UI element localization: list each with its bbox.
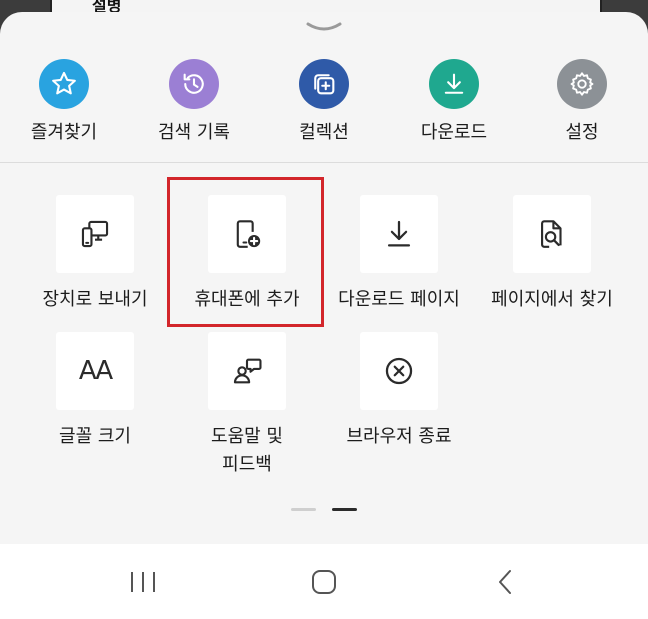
menu-item-label: 글꼴 크기 xyxy=(59,426,131,447)
menu-item-label: 페이지에서 찾기 xyxy=(491,289,613,310)
menu-item-label: 브라우저 종료 xyxy=(346,426,452,447)
back-icon xyxy=(499,569,511,594)
highlight-box xyxy=(167,177,324,327)
menu-item-font-size[interactable]: AA 글꼴 크기 xyxy=(20,332,170,451)
menu-item-label-line2: 피드백 xyxy=(222,454,272,475)
close-browser-icon xyxy=(360,332,438,410)
recents-button[interactable] xyxy=(103,544,183,619)
send-to-device-icon xyxy=(56,195,134,273)
quick-action-collections[interactable]: 컬렉션 xyxy=(264,59,384,144)
back-button[interactable] xyxy=(466,544,546,619)
menu-item-label: 다운로드 페이지 xyxy=(338,289,460,310)
find-in-page-icon xyxy=(513,195,591,273)
page-indicator-1[interactable] xyxy=(291,508,316,511)
home-button[interactable] xyxy=(284,544,364,619)
menu-item-find-in-page[interactable]: 페이지에서 찾기 xyxy=(477,195,627,314)
collections-icon xyxy=(299,59,349,109)
quick-action-label: 컬렉션 xyxy=(299,122,349,143)
menu-item-help-feedback[interactable]: 도움말 및 피드백 xyxy=(172,332,322,479)
help-feedback-icon xyxy=(208,332,286,410)
menu-item-send-to-device[interactable]: 장치로 보내기 xyxy=(20,195,170,314)
menu-item-label: 도움말 및 피드백 xyxy=(172,423,322,479)
quick-actions-row: 즐겨찾기 검색 기록 컬렉션 다운로드 설정 xyxy=(0,59,648,154)
recents-icon xyxy=(131,571,155,592)
download-page-icon xyxy=(360,195,438,273)
quick-action-label: 검색 기록 xyxy=(158,122,230,143)
quick-action-settings[interactable]: 설정 xyxy=(522,59,642,144)
menu-item-close-browser[interactable]: 브라우저 종료 xyxy=(324,332,474,451)
page-indicator-2[interactable] xyxy=(332,508,357,511)
download-icon xyxy=(429,59,479,109)
system-navigation-bar xyxy=(0,544,648,619)
quick-action-label: 즐겨찾기 xyxy=(30,122,98,143)
gear-icon xyxy=(557,59,607,109)
home-icon xyxy=(312,569,336,594)
history-icon xyxy=(169,59,219,109)
menu-item-download-page[interactable]: 다운로드 페이지 xyxy=(324,195,474,314)
quick-action-favorites[interactable]: 즐겨찾기 xyxy=(4,59,124,144)
bottom-sheet-menu: 즐겨찾기 검색 기록 컬렉션 다운로드 설정 장치로 보내기 휴대폰에 추가 다… xyxy=(0,12,648,544)
font-size-icon: AA xyxy=(56,332,134,410)
quick-action-label: 다운로드 xyxy=(420,122,488,143)
quick-action-history[interactable]: 검색 기록 xyxy=(134,59,254,144)
font-size-glyph: AA xyxy=(78,356,113,386)
section-divider xyxy=(0,162,648,163)
quick-action-downloads[interactable]: 다운로드 xyxy=(394,59,514,144)
quick-action-label: 설정 xyxy=(565,122,599,143)
menu-item-label: 장치로 보내기 xyxy=(42,289,148,310)
sheet-drag-handle[interactable] xyxy=(304,20,344,36)
star-icon xyxy=(39,59,89,109)
menu-item-label-line1: 도움말 및 xyxy=(211,426,283,447)
